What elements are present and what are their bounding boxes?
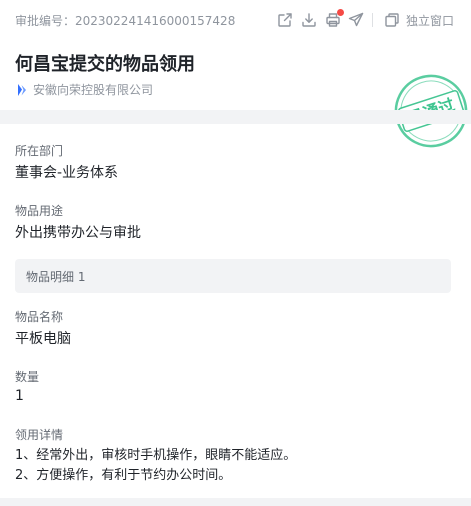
item-details-title: 物品明细 1 xyxy=(26,270,86,284)
purpose-value: 外出携带办公与审批 xyxy=(15,225,141,241)
quantity-label: 数量 xyxy=(15,370,40,384)
department-label: 所在部门 xyxy=(15,144,64,158)
standalone-window-button[interactable]: 独立窗口 xyxy=(384,12,454,28)
share-button[interactable] xyxy=(277,12,293,28)
standalone-window-icon xyxy=(385,13,399,27)
download-button[interactable] xyxy=(301,12,317,28)
approval-header-bar: 审批编号：202302241416000157428 独立窗口 xyxy=(0,0,471,40)
usage-details-value: 1、经常外出，审核时手机操作，眼睛不能适应。 2、方便操作，有利于节约办公时间。 xyxy=(15,446,296,486)
quantity-value: 1 xyxy=(15,388,24,404)
forward-icon xyxy=(348,12,364,27)
item-name-value: 平板电脑 xyxy=(15,331,71,347)
purpose-label: 物品用途 xyxy=(15,204,64,218)
share-icon xyxy=(278,13,292,27)
usage-details-label: 领用详情 xyxy=(15,428,64,442)
organization-name: 安徽向荣控股有限公司 xyxy=(33,83,154,97)
print-button[interactable] xyxy=(325,9,344,28)
toolbar-divider xyxy=(372,13,373,27)
usage-line: 1、经常外出，审核时手机操作，眼睛不能适应。 xyxy=(15,448,297,463)
bottom-divider xyxy=(0,498,471,506)
approval-number: 审批编号：202302241416000157428 xyxy=(15,14,236,28)
section-divider xyxy=(0,110,471,124)
forward-button[interactable] xyxy=(348,12,364,28)
standalone-window-label: 独立窗口 xyxy=(406,13,455,28)
organization-logo-icon xyxy=(18,83,26,96)
page-title: 何昌宝提交的物品领用 xyxy=(15,54,195,75)
item-name-label: 物品名称 xyxy=(15,310,64,324)
usage-line: 2、方便操作，有利于节约办公时间。 xyxy=(15,468,232,483)
item-details-header: 物品明细 1 xyxy=(15,259,451,293)
download-icon xyxy=(302,13,316,27)
department-value: 董事会-业务体系 xyxy=(15,165,119,181)
notification-dot xyxy=(337,9,344,16)
organization: 安徽向荣控股有限公司 xyxy=(15,81,153,98)
